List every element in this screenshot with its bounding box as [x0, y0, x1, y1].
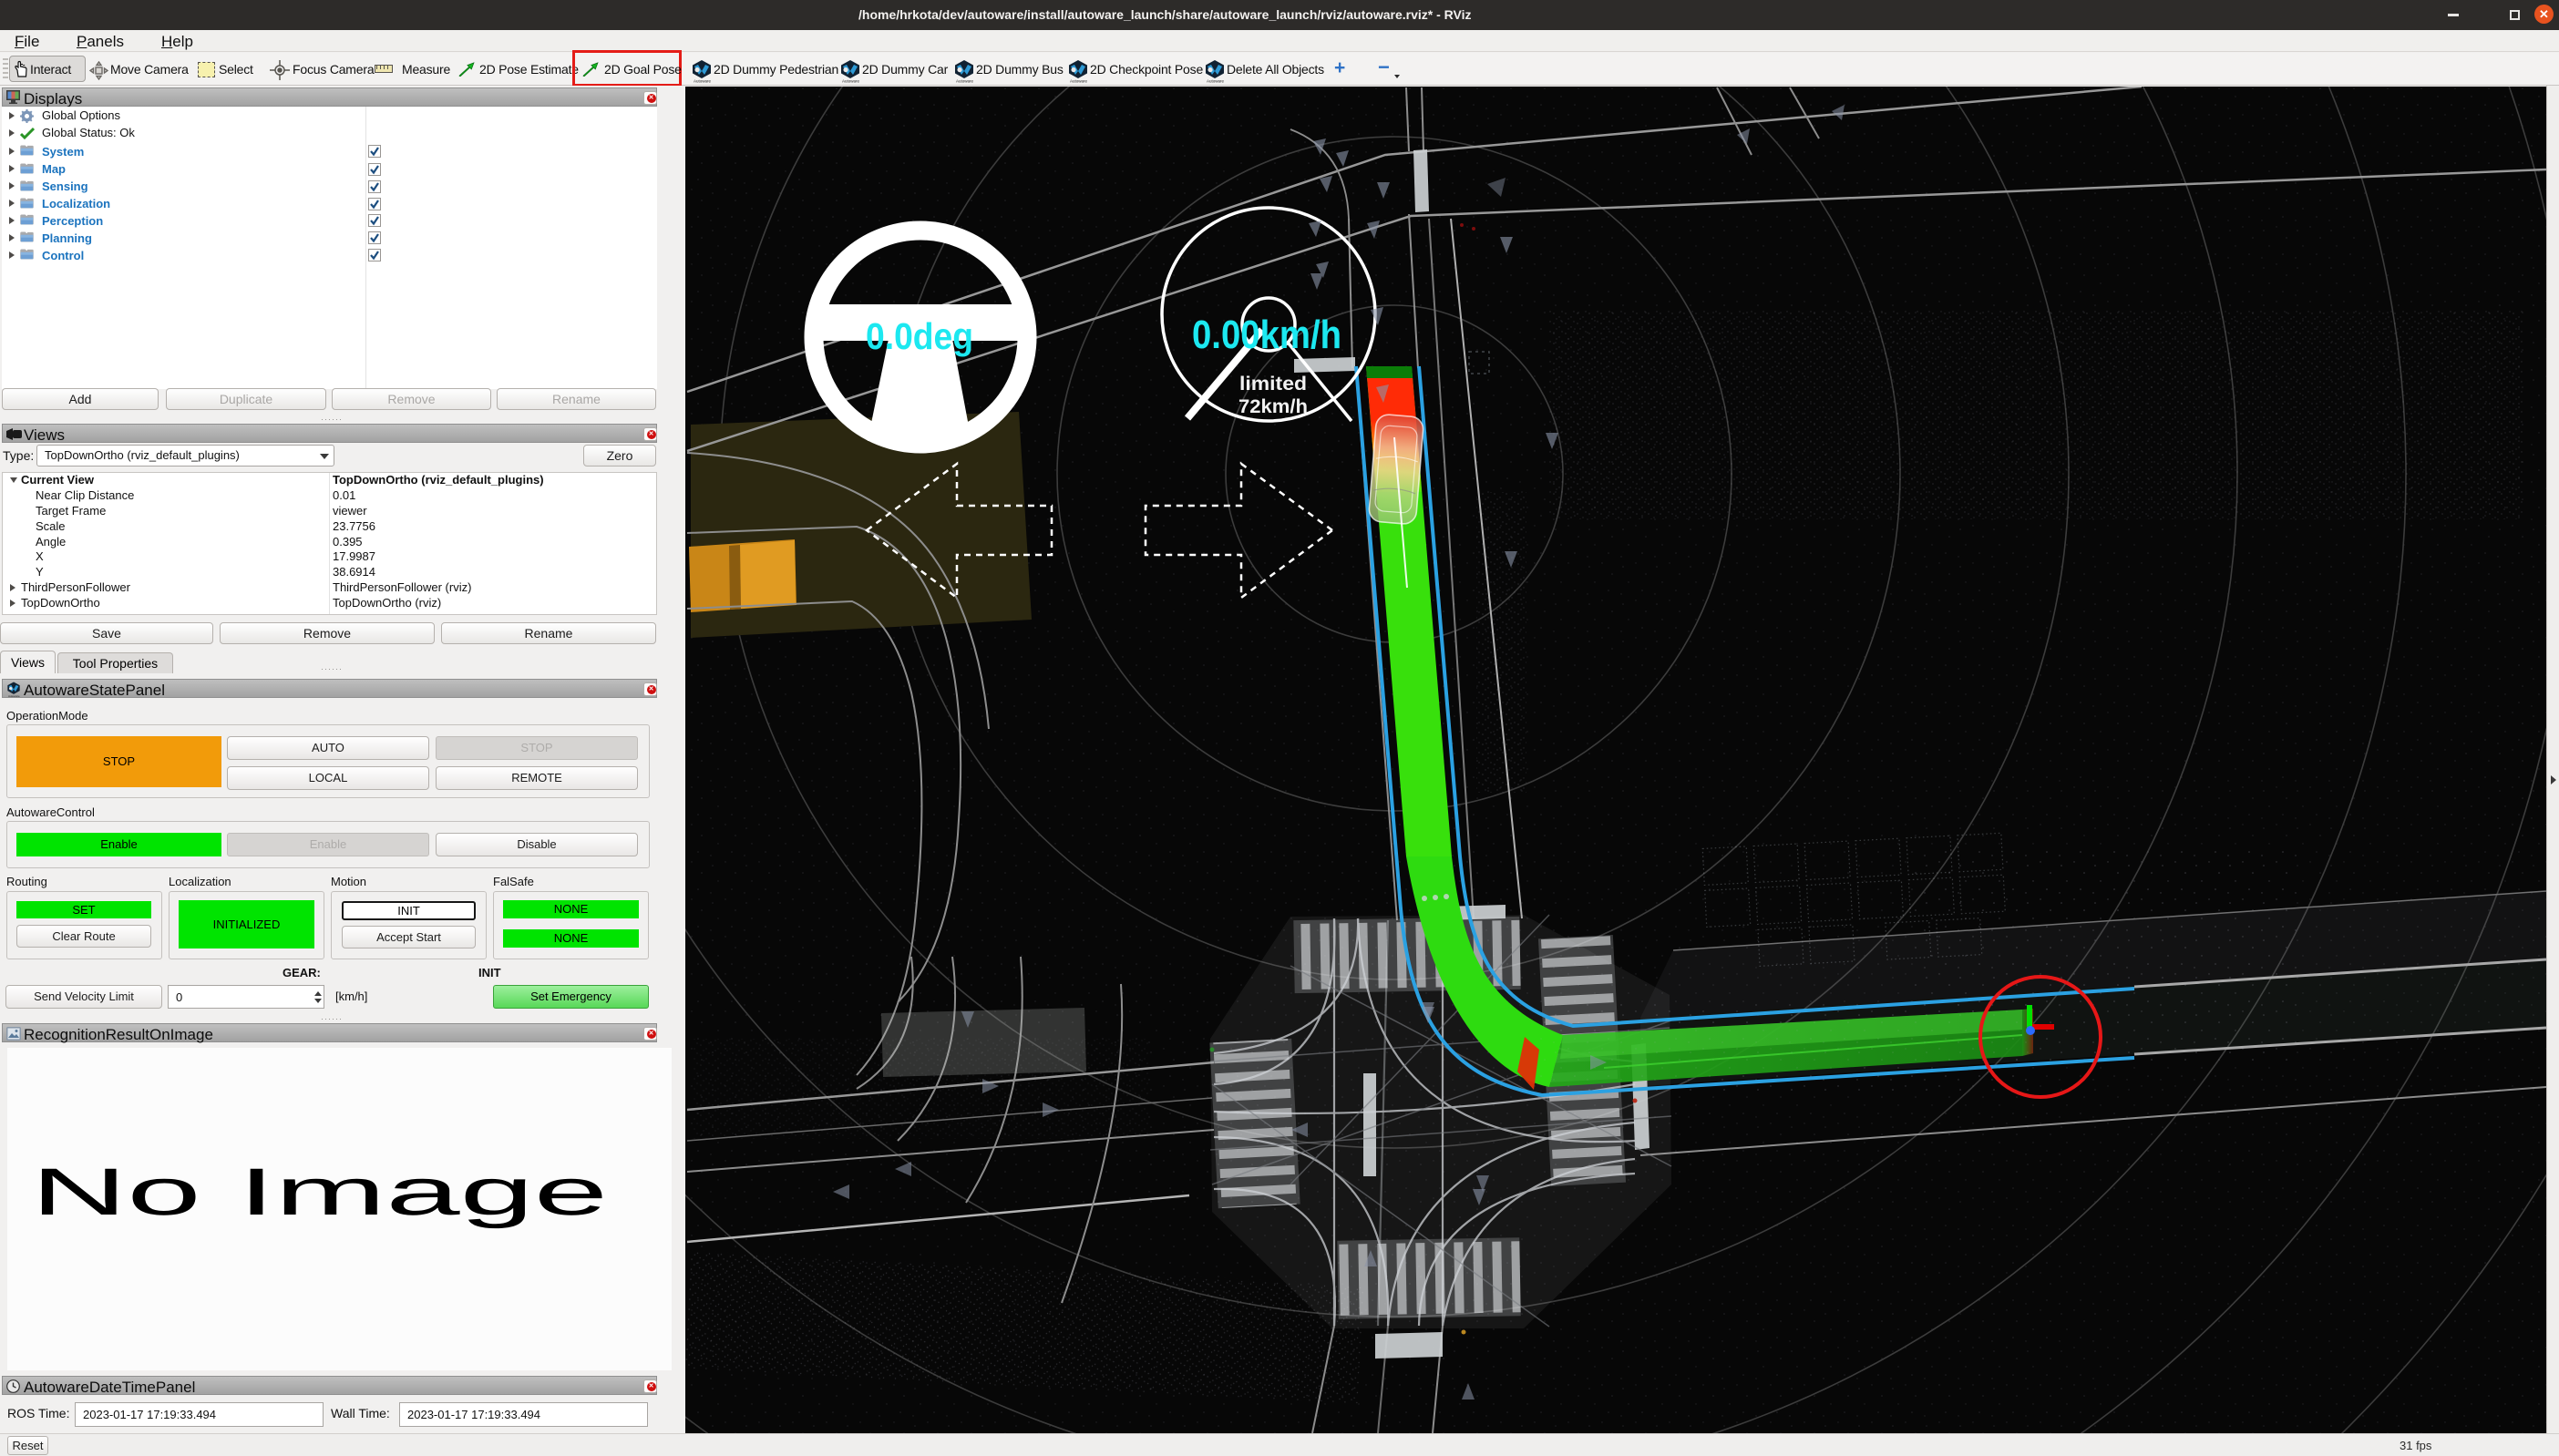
- svg-text:72km/h: 72km/h: [1238, 396, 1308, 417]
- svg-text:0.0deg: 0.0deg: [866, 315, 973, 357]
- svg-text:0.00km/h: 0.00km/h: [1192, 313, 1341, 357]
- svg-text:limited: limited: [1239, 374, 1307, 395]
